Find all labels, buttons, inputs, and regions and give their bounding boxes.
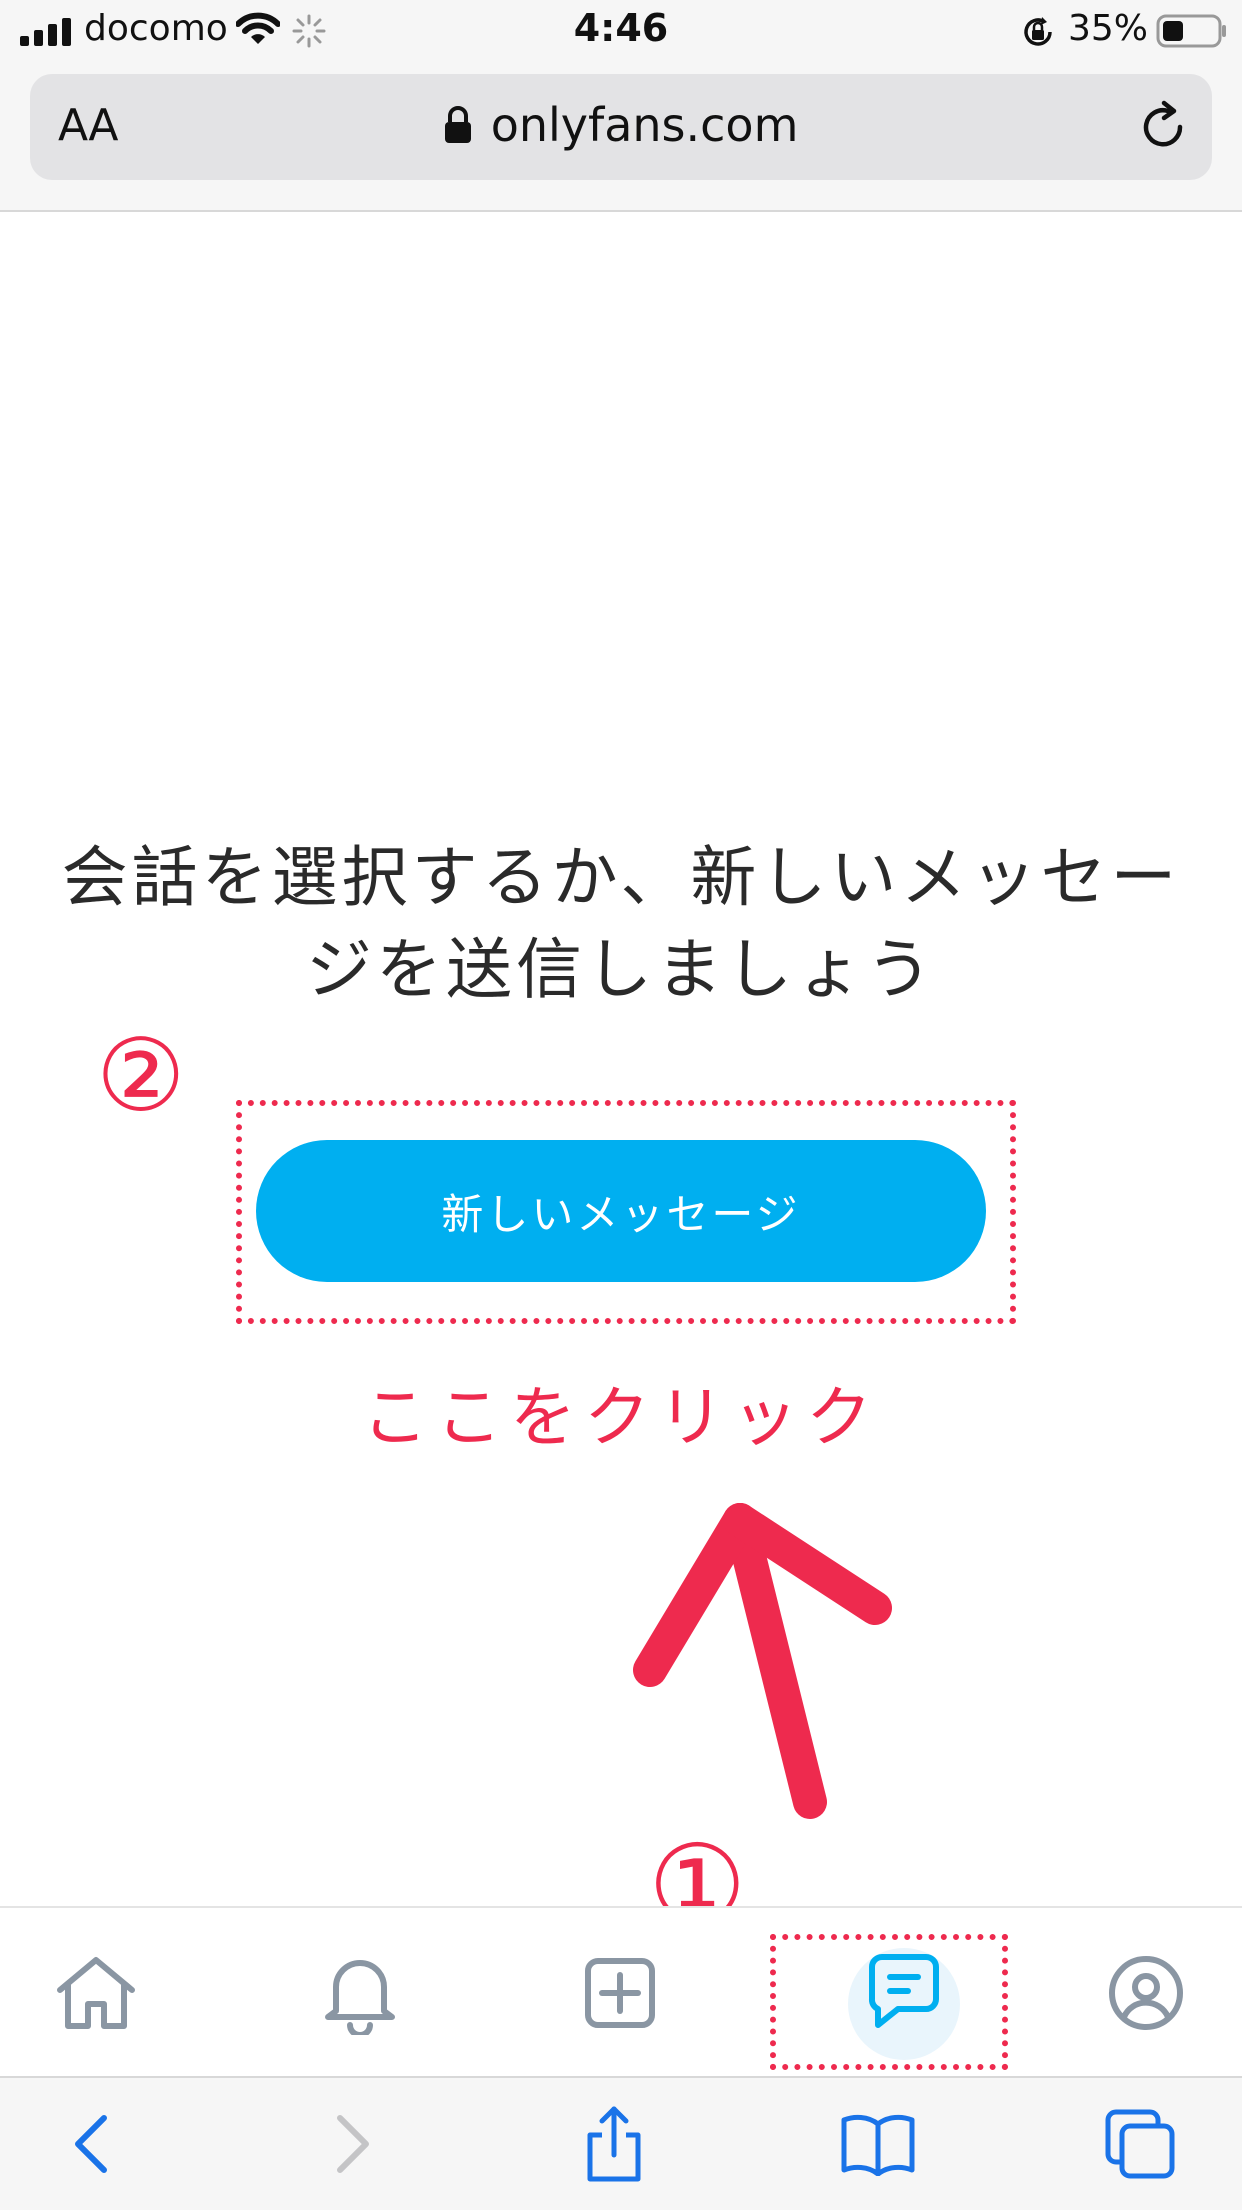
share-icon: [587, 2106, 641, 2182]
forward-button[interactable]: [282, 2078, 422, 2210]
url-text: onlyfans.com: [490, 98, 799, 152]
bookmarks-button[interactable]: [808, 2078, 948, 2210]
back-button[interactable]: [22, 2078, 162, 2210]
browser-top-bar: AA onlyfans.com: [0, 64, 1242, 212]
bell-icon: [325, 1960, 395, 2035]
annotation-highlight-box: [236, 1100, 1016, 1324]
click-here-annotation: ここをクリック: [362, 1379, 880, 1456]
url-display[interactable]: onlyfans.com: [30, 98, 1212, 152]
browser-toolbar: [0, 2076, 1242, 2210]
nav-add-post[interactable]: [540, 1908, 700, 2078]
lock-icon: [444, 106, 471, 143]
share-button[interactable]: [544, 2078, 684, 2210]
nav-home[interactable]: [16, 1908, 176, 2078]
battery-percent: 35%: [1067, 8, 1148, 49]
profile-icon: [1109, 1956, 1183, 2030]
app-bottom-nav: [0, 1906, 1242, 2078]
empty-state-message: 会話を選択するか、新しいメッセージを送信しましょう: [61, 839, 1181, 1008]
nav-profile[interactable]: [1066, 1908, 1226, 2078]
address-bar[interactable]: AA onlyfans.com: [30, 74, 1212, 180]
tabs-button[interactable]: [1070, 2078, 1210, 2210]
tabs-icon: [1105, 2109, 1175, 2179]
rotation-lock-icon: [1024, 17, 1052, 46]
annotation-highlight-box-nav: [770, 1934, 1008, 2070]
step-2-marker: ②: [96, 1017, 186, 1134]
battery-icon: [1156, 14, 1226, 48]
home-icon: [57, 1957, 135, 2029]
nav-notifications[interactable]: [280, 1908, 440, 2078]
add-post-icon: [585, 1958, 655, 2028]
back-icon: [75, 2115, 107, 2173]
reload-icon[interactable]: [1138, 100, 1192, 154]
bookmarks-icon: [841, 2114, 915, 2176]
status-bar: docomo 4:46 35%: [0, 0, 1242, 64]
annotation-arrow-icon: [633, 1503, 892, 1819]
forward-icon: [337, 2115, 369, 2173]
